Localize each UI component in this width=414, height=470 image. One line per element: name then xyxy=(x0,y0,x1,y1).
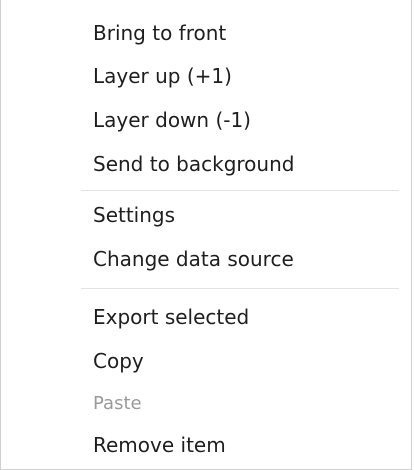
menu-item-layer-up[interactable]: Layer up (+1) xyxy=(93,58,399,94)
menu-item-settings[interactable]: Settings xyxy=(93,197,399,233)
menu-separator xyxy=(81,190,399,191)
menu-item-send-to-background[interactable]: Send to background xyxy=(93,146,399,182)
menu-item-remove-item[interactable]: Remove item xyxy=(93,427,399,463)
menu-item-copy[interactable]: Copy xyxy=(93,343,399,379)
menu-item-layer-down[interactable]: Layer down (-1) xyxy=(93,102,399,138)
menu-item-bring-to-front[interactable]: Bring to front xyxy=(93,15,399,51)
menu-item-paste: Paste xyxy=(93,393,142,414)
menu-item-export-selected[interactable]: Export selected xyxy=(93,299,399,335)
menu-item-change-data-source[interactable]: Change data source xyxy=(93,241,399,277)
context-menu: Bring to front Layer up (+1) Layer down … xyxy=(0,0,412,470)
menu-separator xyxy=(81,288,399,289)
